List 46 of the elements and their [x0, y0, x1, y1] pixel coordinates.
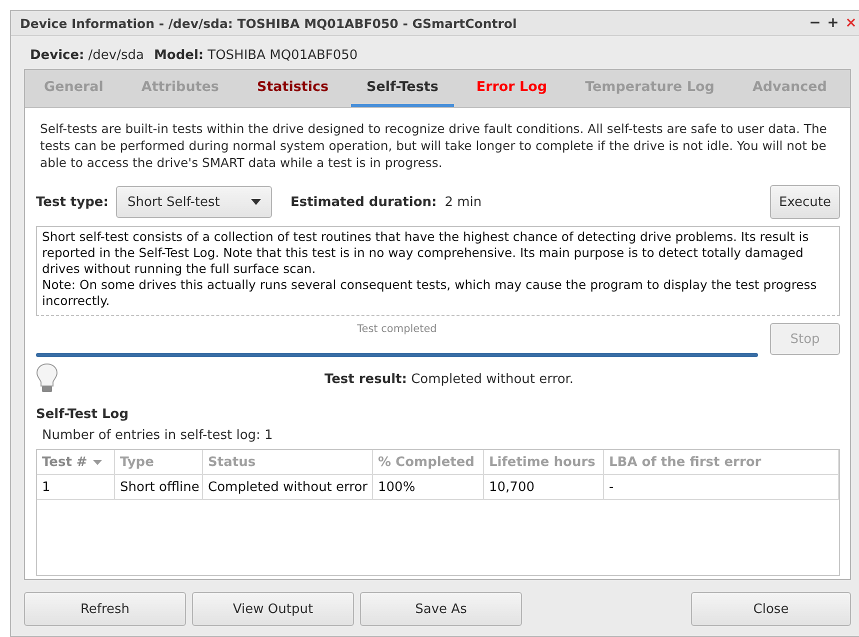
execute-button[interactable]: Execute — [770, 185, 840, 219]
close-button[interactable]: × — [843, 15, 859, 31]
table-cell: 10,700 — [484, 475, 604, 499]
table-cell: 1 — [37, 475, 115, 499]
dropdown-arrow-icon — [251, 199, 262, 205]
test-result-text: Test result: Completed without error. — [323, 372, 575, 386]
column-header[interactable]: Type — [115, 450, 203, 474]
test-type-dropdown[interactable]: Short Self-test — [116, 186, 272, 218]
minimize-button[interactable]: − — [807, 15, 823, 31]
table-cell: - — [604, 475, 839, 499]
column-header[interactable]: Test # — [37, 450, 115, 474]
tab[interactable]: General — [28, 70, 120, 107]
model-label: Model: — [154, 48, 204, 63]
device-label: Device: — [30, 48, 84, 63]
table-cell: Completed without error — [203, 475, 373, 499]
tab[interactable]: Temperature Log — [569, 70, 730, 107]
log-heading: Self-Test Log — [36, 407, 130, 422]
window-title: Device Information - /dev/sda: TOSHIBA MQ01ABF050 - GSmartControl — [20, 16, 517, 30]
column-header[interactable]: Status — [203, 450, 373, 474]
tab[interactable]: Self-Tests — [350, 70, 454, 107]
model-value: TOSHIBA MQ01ABF050 — [208, 48, 358, 63]
device-value: /dev/sda — [88, 48, 144, 63]
footer-button[interactable]: Save As — [360, 592, 522, 626]
test-type-label: Test type: — [36, 194, 108, 210]
lightbulb-icon — [36, 363, 58, 395]
column-header[interactable]: LBA of the first error — [604, 450, 839, 474]
table-cell: 100% — [373, 475, 484, 499]
column-header[interactable]: Lifetime hours — [484, 450, 604, 474]
tab[interactable]: Advanced — [736, 70, 843, 107]
maximize-button[interactable]: + — [825, 15, 841, 31]
column-header[interactable]: % Completed — [373, 450, 484, 474]
footer-button[interactable]: View Output — [192, 592, 354, 626]
progress-caption: Test completed — [356, 323, 438, 335]
tab[interactable]: Error Log — [460, 70, 564, 107]
sort-arrow-icon — [93, 460, 102, 464]
description-text: Note: On some drives this actually runs several consequent tests, which may cause the program to display the test progress incorrectly. — [42, 277, 818, 309]
duration-value: 2 min — [444, 194, 483, 210]
tab[interactable]: Attributes — [125, 70, 235, 107]
description-text: Short self-test consists of a collection of test routines that have the highest chance of detecting drive problems. Its result is reported in the Self-Test Log. Note that this test is in no way comprehensive. Its main purpose is to detect totally damaged drives without running the full surface scan. — [42, 229, 810, 277]
close-dialog-button[interactable]: Close — [691, 592, 851, 626]
duration-label: Estimated duration: — [290, 194, 437, 210]
table-cell: Short offline — [115, 475, 203, 499]
footer-button[interactable]: Refresh — [24, 592, 186, 626]
intro-text: Self-tests are built-in tests within the drive designed to recognize drive fault conditions. All self-tests are safe to user data. The tests can be performed during normal system operation, but will take longer to complete if the drive is not idle. You will not be able to access the drive's SMART data while a test is in progress. — [40, 120, 828, 171]
entry-count-text: Number of entries in self-test log: 1 — [42, 428, 274, 443]
tab[interactable]: Statistics — [240, 70, 344, 107]
